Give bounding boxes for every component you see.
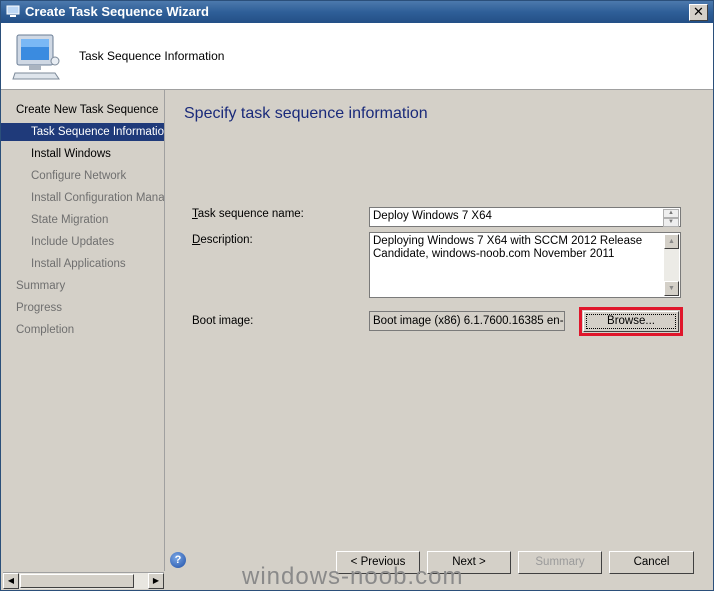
scroll-thumb[interactable] [20,574,134,588]
boot-image-value: Boot image (x86) 6.1.7600.16385 en-US [369,311,565,331]
nav-item-task-sequence-information[interactable]: Task Sequence Information [1,123,164,141]
task-sequence-name-value: Deploy Windows 7 X64 [373,210,492,222]
header-title: Task Sequence Information [79,49,225,63]
window-title: Create Task Sequence Wizard [25,4,209,19]
scroll-right-icon[interactable]: ▶ [148,573,164,589]
nav-item-install-applications[interactable]: Install Applications [1,255,164,273]
task-sequence-name-input[interactable]: Deploy Windows 7 X64 ▲ ▼ [369,207,681,227]
nav-item-summary[interactable]: Summary [1,277,164,295]
title-bar[interactable]: Create Task Sequence Wizard ✕ [1,1,713,23]
wizard-header: Task Sequence Information [1,23,713,90]
wizard-window: Create Task Sequence Wizard ✕ Task Seque… [0,0,714,591]
nav-item-install-configuration-manager[interactable]: Install Configuration Manager [1,189,164,207]
name-spin-control[interactable]: ▲ ▼ [663,209,679,227]
nav-item-install-windows[interactable]: Install Windows [1,145,164,163]
nav-item-state-migration[interactable]: State Migration [1,211,164,229]
nav-horizontal-scrollbar[interactable]: ◀ ▶ [3,572,164,589]
wizard-app-icon [6,5,20,17]
browse-button[interactable]: Browse... [583,311,679,332]
scroll-up-icon[interactable]: ▲ [664,234,679,249]
nav-item-configure-network[interactable]: Configure Network [1,167,164,185]
task-sequence-name-label: Task sequence name: [192,208,304,220]
description-scrollbar[interactable]: ▲ ▼ [664,234,679,296]
nav-item-completion[interactable]: Completion [1,321,164,339]
help-icon[interactable]: ? [170,552,186,568]
description-textarea[interactable]: Deploying Windows 7 X64 with SCCM 2012 R… [369,232,681,298]
description-value: Deploying Windows 7 X64 with SCCM 2012 R… [373,235,643,260]
page-heading: Specify task sequence information [184,105,428,122]
watermark: windows-noob.com [242,563,464,590]
close-button[interactable]: ✕ [689,4,708,21]
computer-icon [12,34,60,80]
description-label: Description: [192,234,253,246]
scroll-left-icon[interactable]: ◀ [3,573,19,589]
summary-button[interactable]: Summary [518,551,602,574]
wizard-nav-pane: Create New Task Sequence Task Sequence I… [1,90,165,571]
nav-item-include-updates[interactable]: Include Updates [1,233,164,251]
wizard-content: Specify task sequence information Task s… [165,90,713,590]
scroll-down-icon[interactable]: ▼ [664,281,679,296]
cancel-button[interactable]: Cancel [609,551,694,574]
boot-image-label: Boot image: [192,315,254,327]
nav-item-create-new-task-sequence[interactable]: Create New Task Sequence [1,101,164,119]
nav-item-progress[interactable]: Progress [1,299,164,317]
